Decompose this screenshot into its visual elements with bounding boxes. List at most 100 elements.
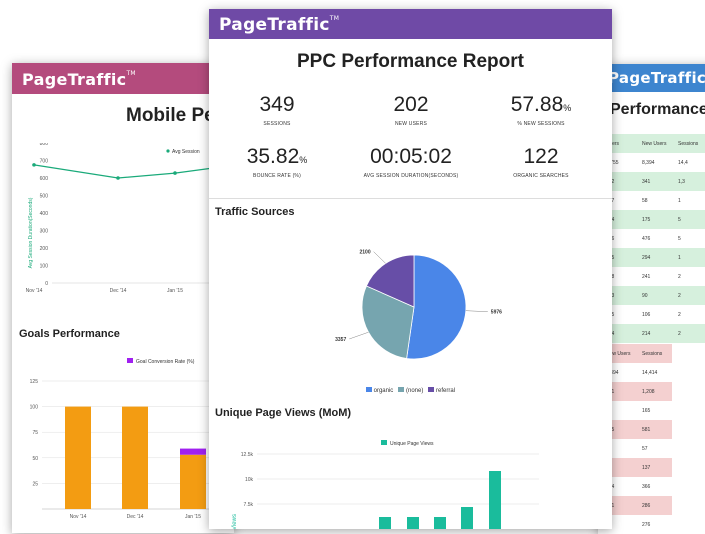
y-tick-label: 100 (30, 405, 39, 411)
metric-bounce-rate: 35.82% BOUNCE RATE (%) (217, 145, 337, 179)
column-header: Sessions (678, 140, 699, 147)
legend-swatch (127, 358, 133, 363)
metric-new-sessions: 57.88% % NEW SESSIONS (481, 93, 601, 127)
table-row: 4864765 (600, 229, 705, 248)
pie-legend: organic (none) referral (209, 387, 612, 394)
pagetraffic-logo: PageTrafficTM (219, 15, 340, 35)
users-table: UsersNew UsersSessions8,7558,39414,45823… (600, 134, 705, 343)
goals-performance-title: Goals Performance (19, 328, 120, 340)
table-header-row: Users New Users Sessions (600, 134, 705, 153)
table-cell: 8,394 (642, 159, 655, 166)
legend-swatch (428, 387, 435, 392)
x-tick-label: Jan '15 (167, 288, 183, 294)
table-cell: 581 (642, 426, 651, 433)
mobile-performance-card: PageTrafficTM Mobile Pe 800 700 600 500 400 3… (12, 63, 234, 533)
legend-none: (none) (406, 388, 424, 394)
table-cell: 57 (642, 445, 648, 452)
metric-label: SESSIONS (263, 121, 291, 127)
goal-bar (180, 454, 206, 509)
y-tick-label: 500 (40, 194, 49, 200)
x-tick-label: Dec '14 (127, 514, 144, 520)
table-row: 4141755 (600, 210, 705, 229)
card-header: PageTrafficTM (209, 9, 612, 39)
pagetraffic-logo: PageTrafficTM (22, 70, 136, 89)
metric-value: 122 (523, 145, 559, 168)
goal-bar-top (180, 448, 206, 455)
table-cell: 276 (642, 521, 651, 528)
column-header: Sessions (642, 350, 663, 357)
y-tick-label: 25 (32, 481, 38, 487)
unique-page-views-title: Unique Page Views (MoM) (215, 407, 352, 419)
goal-bar (122, 406, 148, 509)
avg-session-line-chart: 800 700 600 500 400 300 200 100 0 Avg Session Dur… (26, 143, 234, 294)
performance-table-card: PageTrafficTM Performance UsersNew Users… (598, 64, 705, 534)
table-cell: 2 (678, 292, 681, 299)
pie-leader-line (465, 310, 488, 312)
avg-session-line (33, 164, 218, 179)
table-row: 3352941 (600, 248, 705, 267)
x-tick-label: Jan '15 (185, 514, 201, 520)
card-header: PageTrafficTM (12, 63, 234, 94)
pagetraffic-logo: PageTrafficTM (608, 69, 705, 87)
table-cell: 241 (642, 273, 651, 280)
y-tick-label: 7.5k (244, 502, 254, 508)
y-tick-label: 600 (40, 176, 49, 182)
table-cell: 1 (678, 197, 681, 204)
pie-slice-organic (406, 254, 467, 360)
legend-swatch (365, 387, 372, 392)
metric-label: % NEW SESSIONS (517, 121, 565, 127)
y-tick-label: 700 (40, 159, 49, 165)
metric-label: NEW USERS (394, 121, 428, 127)
metric-value: 349 (259, 93, 295, 116)
table-cell: 1,208 (642, 388, 655, 395)
upv-bar (434, 517, 446, 529)
divider (209, 198, 612, 199)
traffic-sources-title: Traffic Sources (215, 206, 295, 218)
table-row: 5823411,3 (600, 172, 705, 191)
data-point (32, 163, 36, 167)
table-cell: 106 (642, 311, 651, 318)
upv-bar (407, 517, 419, 529)
legend-dot (166, 149, 170, 153)
metric-label: AVG SESSION DURATION(SECONDS) (363, 173, 459, 179)
metric-value: 00:05:02 (370, 145, 452, 168)
upv-bar (461, 507, 473, 529)
legend-referral: referral (436, 388, 456, 394)
y-tick-label: 10k (245, 477, 254, 483)
table-cell: 1,3 (678, 178, 685, 185)
y-tick-label: 200 (40, 246, 49, 252)
table-cell: 294 (642, 254, 651, 261)
legend-swatch (398, 387, 405, 392)
metric-value: 202 (393, 93, 429, 116)
metric-label: ORGANIC SEARCHES (513, 173, 569, 179)
legend-organic: organic (373, 388, 394, 394)
table-cell: 90 (642, 292, 648, 299)
table-row: 2151062 (600, 305, 705, 324)
card-header: PageTrafficTM (598, 64, 705, 92)
metric-organic-searches: 122 ORGANIC SEARCHES (481, 145, 601, 179)
table-cell: 14,414 (642, 369, 658, 376)
goals-legend-label: Goal Conversion Rate (%) (136, 359, 195, 365)
table-cell: 341 (642, 178, 651, 185)
y-tick-label: 800 (40, 143, 49, 147)
legend-swatch (381, 440, 387, 445)
y-tick-label: 50 (32, 456, 38, 462)
x-tick-label: Nov '14 (70, 514, 87, 520)
metric-label: BOUNCE RATE (%) (253, 173, 301, 179)
upv-bar (379, 517, 391, 529)
traffic-sources-pie-chart: 5976 3357 2100 (335, 250, 502, 360)
table-cell: 175 (642, 216, 651, 223)
metric-value: 35.82 (246, 145, 300, 168)
ppc-report-card: PageTrafficTM PPC Performance Report 349… (209, 9, 612, 529)
report-title: PPC Performance Report (296, 51, 524, 72)
pie-value-label: 5976 (491, 310, 502, 316)
table-row: 2782412 (600, 267, 705, 286)
table-cell: 165 (642, 407, 651, 414)
upv-legend-label: Unique Page Views (390, 441, 434, 447)
table-row: 287581 (600, 191, 705, 210)
table-cell: 14,4 (678, 159, 688, 166)
mobile-report-title: Mobile Pe (126, 105, 215, 126)
metric-avg-session-duration: 00:05:02 AVG SESSION DURATION(SECONDS) (351, 145, 471, 179)
metric-new-users: 202 NEW USERS (351, 93, 471, 127)
pie-leader-line (373, 251, 386, 264)
